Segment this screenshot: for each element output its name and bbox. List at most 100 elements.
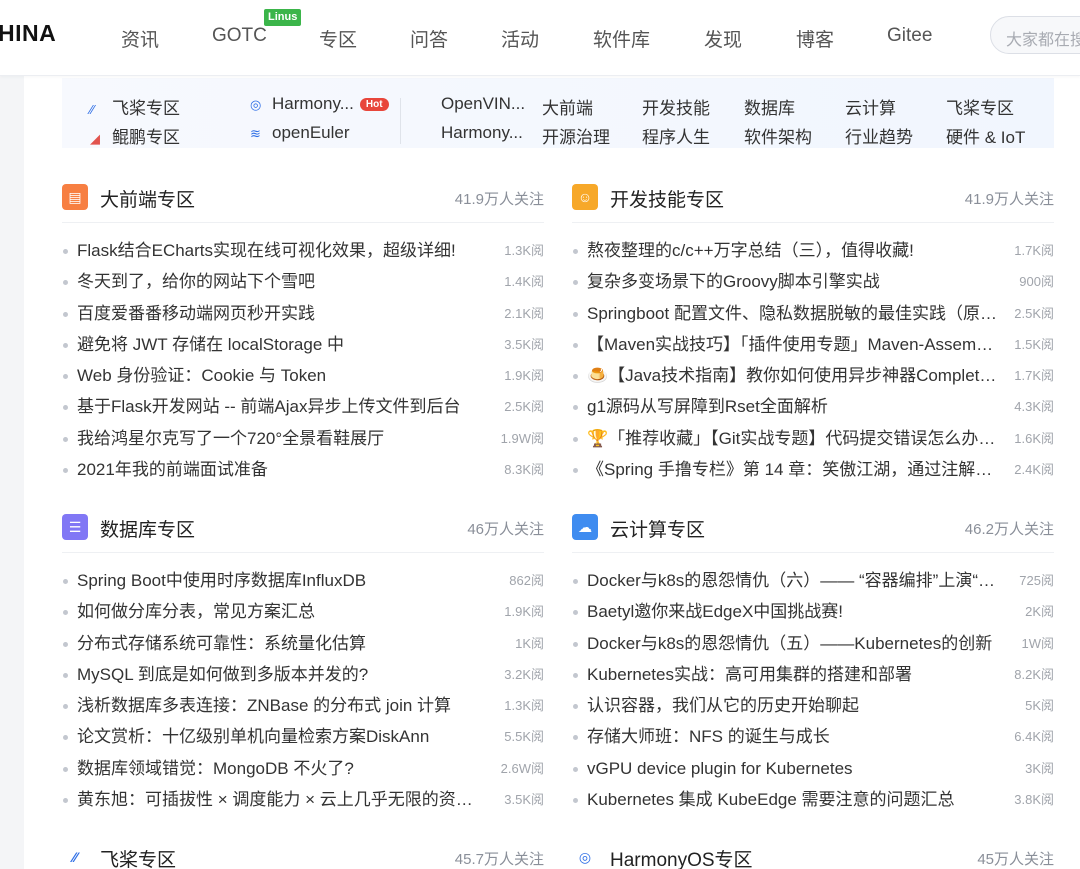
article-item[interactable]: MySQL 到底是如何做到多版本并发的? 3.2K阅 bbox=[62, 659, 544, 690]
article-item[interactable]: Baetyl邀你来战EdgeX中国挑战赛! 2K阅 bbox=[572, 596, 1054, 627]
article-title[interactable]: vGPU device plugin for Kubernetes bbox=[587, 753, 997, 784]
article-title[interactable]: Kubernetes实战：高可用集群的搭建和部署 bbox=[587, 659, 997, 690]
article-title[interactable]: 浅析数据库多表连接：ZNBase 的分布式 join 计算 bbox=[77, 690, 487, 721]
zone-title[interactable]: HarmonyOS专区 bbox=[610, 845, 753, 869]
quick-right-item[interactable]: 云计算 bbox=[845, 94, 896, 119]
quick-right-item[interactable]: 大前端 bbox=[542, 94, 593, 119]
article-item[interactable]: 【Maven实战技巧】「插件使用专题」Maven-Assembly插件实现自定义… bbox=[572, 329, 1054, 360]
quick-openeuler[interactable]: ≋ openEuler bbox=[250, 123, 350, 143]
article-title[interactable]: Kubernetes 集成 KubeEdge 需要注意的问题汇总 bbox=[587, 784, 997, 815]
article-title[interactable]: Baetyl邀你来战EdgeX中国挑战赛! bbox=[587, 596, 997, 627]
article-item[interactable]: 2021年我的前端面试准备 8.3K阅 bbox=[62, 454, 544, 485]
quick-right-item[interactable]: OpenVIN... bbox=[441, 94, 525, 114]
article-item[interactable]: 熬夜整理的c/c++万字总结（三），值得收藏! 1.7K阅 bbox=[572, 235, 1054, 266]
article-item[interactable]: 我给鸿星尔克写了一个720°全景看鞋展厅 1.9W阅 bbox=[62, 423, 544, 454]
zone-title[interactable]: 开发技能专区 bbox=[610, 185, 724, 212]
article-title[interactable]: Flask结合ECharts实现在线可视化效果，超级详细! bbox=[77, 235, 487, 266]
article-item[interactable]: 分布式存储系统可靠性：系统量化估算 1K阅 bbox=[62, 628, 544, 659]
article-title[interactable]: 百度爱番番移动端网页秒开实践 bbox=[77, 298, 487, 329]
nav-events[interactable]: 活动 bbox=[501, 25, 539, 52]
article-title[interactable]: g1源码从写屏障到Rset全面解析 bbox=[587, 391, 997, 422]
zone-title[interactable]: 云计算专区 bbox=[610, 515, 705, 542]
quick-paddle[interactable]: ⁄⁄ 飞桨专区 bbox=[90, 94, 180, 119]
article-title[interactable]: MySQL 到底是如何做到多版本并发的? bbox=[77, 659, 487, 690]
article-title[interactable]: 2021年我的前端面试准备 bbox=[77, 454, 487, 485]
article-title[interactable]: Web 身份验证：Cookie 与 Token bbox=[77, 360, 487, 391]
article-title[interactable]: 存储大师班：NFS 的诞生与成长 bbox=[587, 721, 997, 752]
article-title[interactable]: Docker与k8s的恩怨情仇（六）—— “容器编排”上演“终结者”大片 bbox=[587, 565, 997, 596]
article-item[interactable]: Kubernetes 集成 KubeEdge 需要注意的问题汇总 3.8K阅 bbox=[572, 784, 1054, 815]
quick-right-item[interactable]: 开源治理 bbox=[542, 123, 610, 148]
article-item[interactable]: 复杂多变场景下的Groovy脚本引擎实战 900阅 bbox=[572, 266, 1054, 297]
article-item[interactable]: 🍮【Java技术指南】教你如何使用异步神器CompletableFuture 1.… bbox=[572, 360, 1054, 391]
nav-gotc[interactable]: GOTC bbox=[212, 25, 267, 47]
quick-right-item[interactable]: 行业趋势 bbox=[845, 123, 913, 148]
article-item[interactable]: g1源码从写屏障到Rset全面解析 4.3K阅 bbox=[572, 391, 1054, 422]
nav-blog[interactable]: 博客 bbox=[796, 25, 834, 52]
article-title[interactable]: Docker与k8s的恩怨情仇（五）——Kubernetes的创新 bbox=[587, 628, 997, 659]
nav-discover[interactable]: 发现 bbox=[704, 25, 742, 52]
search-input[interactable]: 大家都在搜 bbox=[990, 16, 1080, 54]
nav-gitee[interactable]: Gitee bbox=[887, 25, 932, 47]
article-title[interactable]: 🍮【Java技术指南】教你如何使用异步神器CompletableFuture bbox=[587, 360, 997, 391]
article-item[interactable]: Docker与k8s的恩怨情仇（五）——Kubernetes的创新 1W阅 bbox=[572, 628, 1054, 659]
article-title[interactable]: 熬夜整理的c/c++万字总结（三），值得收藏! bbox=[587, 235, 997, 266]
quick-right-item[interactable]: Harmony... bbox=[441, 123, 523, 143]
article-item[interactable]: 数据库领域错觉：MongoDB 不火了? 2.6W阅 bbox=[62, 753, 544, 784]
article-title[interactable]: 数据库领域错觉：MongoDB 不火了? bbox=[77, 753, 487, 784]
article-item[interactable]: 黄东旭：可插拔性 × 调度能力 × 云上几乎无限的资源 = 无限可能 3.5K阅 bbox=[62, 784, 544, 815]
article-item[interactable]: 冬天到了，给你的网站下个雪吧 1.4K阅 bbox=[62, 266, 544, 297]
article-item[interactable]: 如何做分库分表，常见方案汇总 1.9K阅 bbox=[62, 596, 544, 627]
zone-title[interactable]: 大前端专区 bbox=[100, 185, 195, 212]
article-title[interactable]: 《Spring 手撸专栏》第 14 章：笑傲江湖，通过注解注入属性信息 bbox=[587, 454, 997, 485]
article-item[interactable]: Springboot 配置文件、隐私数据脱敏的最佳实践（原理+源码） 2.5K阅 bbox=[572, 298, 1054, 329]
article-item[interactable]: Flask结合ECharts实现在线可视化效果，超级详细! 1.3K阅 bbox=[62, 235, 544, 266]
article-item[interactable]: Spring Boot中使用时序数据库InfluxDB 862阅 bbox=[62, 565, 544, 596]
zone-title[interactable]: 数据库专区 bbox=[100, 515, 195, 542]
article-title[interactable]: 冬天到了，给你的网站下个雪吧 bbox=[77, 266, 487, 297]
article-title[interactable]: 基于Flask开发网站 -- 前端Ajax异步上传文件到后台 bbox=[77, 391, 487, 422]
article-item[interactable]: Kubernetes实战：高可用集群的搭建和部署 8.2K阅 bbox=[572, 659, 1054, 690]
article-item[interactable]: 存储大师班：NFS 的诞生与成长 6.4K阅 bbox=[572, 721, 1054, 752]
nav-qa[interactable]: 问答 bbox=[410, 25, 448, 52]
article-title[interactable]: 避免将 JWT 存储在 localStorage 中 bbox=[77, 329, 487, 360]
article-title[interactable]: 分布式存储系统可靠性：系统量化估算 bbox=[77, 628, 487, 659]
zone-database: ☰ 数据库专区 46万人关注 Spring Boot中使用时序数据库Influx… bbox=[62, 513, 544, 815]
quick-right-item[interactable]: 数据库 bbox=[744, 94, 795, 119]
quick-right-item[interactable]: 飞桨专区 bbox=[946, 94, 1014, 119]
article-title[interactable]: 🏆「推荐收藏」【Git实战专题】代码提交错误怎么办，教你如何撤销 bbox=[587, 423, 997, 454]
article-item[interactable]: 浅析数据库多表连接：ZNBase 的分布式 join 计算 1.3K阅 bbox=[62, 690, 544, 721]
quick-harmony[interactable]: ◎ Harmony... Hot bbox=[250, 94, 389, 114]
article-title[interactable]: 论文赏析：十亿级别单机向量检索方案DiskAnn bbox=[77, 721, 487, 752]
article-title[interactable]: 如何做分库分表，常见方案汇总 bbox=[77, 596, 487, 627]
article-item[interactable]: 认识容器，我们从它的历史开始聊起 5K阅 bbox=[572, 690, 1054, 721]
quick-kunpeng[interactable]: ◢ 鲲鹏专区 bbox=[90, 123, 180, 148]
article-item[interactable]: 《Spring 手撸专栏》第 14 章：笑傲江湖，通过注解注入属性信息 2.4K阅 bbox=[572, 454, 1054, 485]
article-item[interactable]: 基于Flask开发网站 -- 前端Ajax异步上传文件到后台 2.5K阅 bbox=[62, 391, 544, 422]
article-title[interactable]: 复杂多变场景下的Groovy脚本引擎实战 bbox=[587, 266, 997, 297]
nav-news[interactable]: 资讯 bbox=[121, 25, 159, 52]
article-title[interactable]: 我给鸿星尔克写了一个720°全景看鞋展厅 bbox=[77, 423, 487, 454]
article-item[interactable]: vGPU device plugin for Kubernetes 3K阅 bbox=[572, 753, 1054, 784]
nav-zones[interactable]: 专区 bbox=[319, 25, 357, 52]
article-title[interactable]: Springboot 配置文件、隐私数据脱敏的最佳实践（原理+源码） bbox=[587, 298, 997, 329]
quick-right-item[interactable]: 开发技能 bbox=[642, 94, 710, 119]
article-title[interactable]: Spring Boot中使用时序数据库InfluxDB bbox=[77, 565, 487, 596]
zone-followers: 46.2万人关注 bbox=[964, 521, 1054, 538]
quick-right-item[interactable]: 硬件 & IoT bbox=[946, 123, 1025, 148]
site-logo[interactable]: HINA bbox=[0, 20, 56, 47]
nav-software[interactable]: 软件库 bbox=[593, 25, 650, 52]
article-item[interactable]: Docker与k8s的恩怨情仇（六）—— “容器编排”上演“终结者”大片 725阅 bbox=[572, 565, 1054, 596]
article-item[interactable]: 论文赏析：十亿级别单机向量检索方案DiskAnn 5.5K阅 bbox=[62, 721, 544, 752]
article-title[interactable]: 【Maven实战技巧】「插件使用专题」Maven-Assembly插件实现自定义… bbox=[587, 329, 997, 360]
quick-right-item[interactable]: 程序人生 bbox=[642, 123, 710, 148]
article-title[interactable]: 黄东旭：可插拔性 × 调度能力 × 云上几乎无限的资源 = 无限可能 bbox=[77, 784, 487, 815]
article-item[interactable]: 🏆「推荐收藏」【Git实战专题】代码提交错误怎么办，教你如何撤销 1.6K阅 bbox=[572, 423, 1054, 454]
bullet-dot bbox=[573, 405, 578, 411]
zone-title[interactable]: 飞桨专区 bbox=[100, 845, 176, 869]
quick-right-item[interactable]: 软件架构 bbox=[744, 123, 812, 148]
article-title[interactable]: 认识容器，我们从它的历史开始聊起 bbox=[587, 690, 997, 721]
article-item[interactable]: 避免将 JWT 存储在 localStorage 中 3.5K阅 bbox=[62, 329, 544, 360]
article-item[interactable]: 百度爱番番移动端网页秒开实践 2.1K阅 bbox=[62, 298, 544, 329]
article-item[interactable]: Web 身份验证：Cookie 与 Token 1.9K阅 bbox=[62, 360, 544, 391]
